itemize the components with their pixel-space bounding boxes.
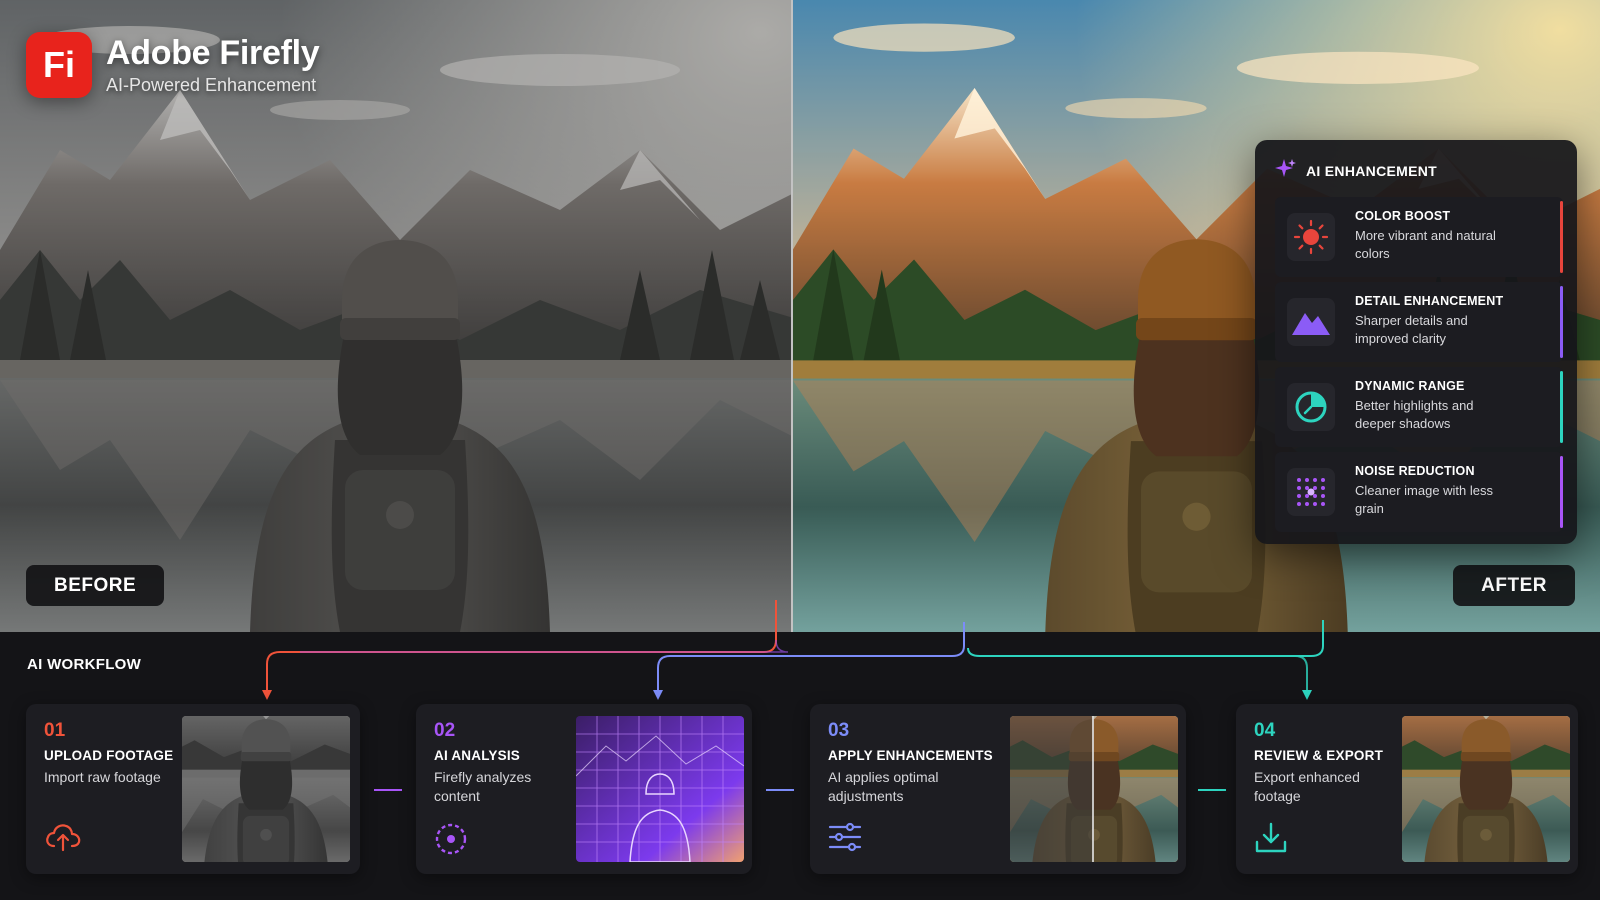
step-thumbnail	[1010, 716, 1178, 862]
step-title: REVIEW & EXPORT	[1254, 748, 1384, 763]
step-desc: Export enhanced footage	[1254, 769, 1360, 804]
accent-bar	[1560, 286, 1563, 358]
brand-subtitle: AI-Powered Enhancement	[106, 75, 317, 95]
step-title: APPLY ENHANCEMENTS	[828, 748, 993, 763]
accent-bar	[1560, 201, 1563, 273]
step-number: 04	[1254, 720, 1276, 741]
ai-enhancement-title: AI ENHANCEMENT	[1306, 162, 1437, 179]
workflow-title: AI WORKFLOW	[27, 656, 142, 673]
step-thumbnail	[1402, 716, 1570, 862]
comparison-hero: Fi Adobe Firefly AI-Powered Enhancement …	[0, 0, 1600, 632]
ai-workflow-section: AI WORKFLOW 01 UPLOAD FOOTAGE Import raw…	[0, 600, 1600, 900]
enhancement-dynamic-range[interactable]: DYNAMIC RANGE Better highlights and deep…	[1275, 367, 1563, 447]
enhancement-desc: Better highlights and deeper shadows	[1355, 398, 1474, 431]
step-thumbnail	[182, 716, 350, 862]
step-connector	[1198, 789, 1226, 791]
step-number: 02	[434, 720, 456, 741]
step-title: UPLOAD FOOTAGE	[44, 748, 174, 763]
brand-header: Fi Adobe Firefly AI-Powered Enhancement	[26, 32, 320, 98]
workflow-step-apply[interactable]: 03 APPLY ENHANCEMENTS AI applies optimal…	[810, 704, 1186, 874]
enhancement-desc: More vibrant and natural colors	[1355, 228, 1496, 261]
accent-bar	[1560, 371, 1563, 443]
comparison-divider-handle[interactable]	[791, 0, 793, 632]
step-number: 03	[828, 720, 850, 741]
enhancement-title: DETAIL ENHANCEMENT	[1355, 294, 1504, 308]
workflow-connector-lines	[262, 600, 1324, 700]
step-thumbnail	[576, 716, 744, 862]
sliders-icon	[828, 822, 862, 857]
step-desc: Firefly analyzes content	[434, 769, 532, 804]
enhancement-title: DYNAMIC RANGE	[1355, 379, 1465, 393]
enhancement-desc: Cleaner image with less grain	[1355, 483, 1494, 516]
workflow-step-analysis[interactable]: 02 AI ANALYSIS Firefly analyzes content	[416, 704, 752, 874]
workflow-step-export[interactable]: 04 REVIEW & EXPORT Export enhanced foota…	[1236, 704, 1578, 874]
firefly-logo: Fi	[26, 32, 92, 98]
sun-icon	[1287, 213, 1335, 261]
enhancement-title: NOISE REDUCTION	[1355, 464, 1475, 478]
scan-ring-icon	[434, 822, 468, 861]
brand-name: Adobe Firefly	[106, 34, 320, 72]
enhancement-noise-reduction[interactable]: NOISE REDUCTION Cleaner image with less …	[1275, 452, 1563, 532]
step-number: 01	[44, 720, 66, 741]
step-desc: AI applies optimal adjustments	[828, 769, 939, 804]
step-title: AI ANALYSIS	[434, 748, 520, 763]
enhancement-detail[interactable]: DETAIL ENHANCEMENT Sharper details and i…	[1275, 282, 1563, 362]
sparkle-icon	[1275, 158, 1297, 183]
enhancement-desc: Sharper details and improved clarity	[1355, 313, 1468, 346]
accent-bar	[1560, 456, 1563, 528]
mountain-icon	[1287, 298, 1335, 346]
workflow-step-upload[interactable]: 01 UPLOAD FOOTAGE Import raw footage	[26, 704, 360, 874]
enhancement-title: COLOR BOOST	[1355, 209, 1451, 223]
step-connector	[374, 789, 402, 791]
step-desc: Import raw footage	[44, 769, 161, 785]
dots-grid-icon	[1287, 468, 1335, 516]
cloud-upload-icon	[44, 822, 82, 857]
download-icon	[1254, 822, 1288, 859]
step-connector	[766, 789, 794, 791]
dial-icon	[1287, 383, 1335, 431]
ai-enhancement-panel: AI ENHANCEMENT COLOR BOOST More vibrant …	[1255, 140, 1577, 544]
enhancement-color-boost[interactable]: COLOR BOOST More vibrant and natural col…	[1275, 197, 1563, 277]
